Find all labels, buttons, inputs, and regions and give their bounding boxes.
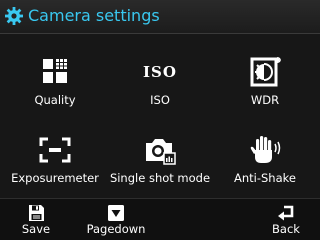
pagedown-button[interactable]: Pagedown (80, 199, 152, 240)
single-shot-icon (146, 139, 176, 165)
save-label: Save (21, 222, 51, 236)
iso-icon: ISO (142, 55, 178, 89)
iso-label: ISO (150, 93, 170, 107)
anti-shake-icon (250, 136, 281, 163)
wdr-icon (250, 57, 281, 87)
quality-label: Quality (34, 93, 76, 107)
page-down-icon (108, 205, 124, 221)
back-label: Back (272, 222, 300, 236)
quality-icon (43, 59, 67, 83)
anti-shake-label: Anti-Shake (234, 171, 296, 185)
title-bar: Camera settings (0, 0, 320, 34)
exposuremeter-tile[interactable]: Exposuremeter (2, 118, 108, 196)
page-title: Camera settings (28, 6, 160, 25)
iso-icon-text: ISO (143, 63, 177, 81)
softkey-bar: Save Pagedown Back (0, 198, 320, 240)
settings-grid: Quality ISO ISO WDR Exposuremeter Single… (0, 40, 320, 196)
camera-settings-screen: Camera settings Quality ISO ISO WDR Expo… (0, 0, 320, 240)
pagedown-label: Pagedown (86, 222, 146, 236)
anti-shake-tile[interactable]: Anti-Shake (212, 118, 318, 196)
gear-icon (5, 7, 23, 25)
quality-tile[interactable]: Quality (2, 40, 108, 118)
single-shot-tile[interactable]: Single shot mode (107, 118, 213, 196)
save-button[interactable]: Save (12, 199, 60, 240)
back-arrow-icon (278, 205, 294, 221)
wdr-tile[interactable]: WDR (212, 40, 318, 118)
back-button[interactable]: Back (262, 199, 310, 240)
exposuremeter-icon (39, 137, 71, 163)
iso-tile[interactable]: ISO ISO (107, 40, 213, 118)
floppy-disk-icon (29, 205, 44, 221)
single-shot-label: Single shot mode (109, 171, 211, 185)
exposuremeter-label: Exposuremeter (11, 171, 99, 185)
wdr-label: WDR (250, 93, 280, 107)
